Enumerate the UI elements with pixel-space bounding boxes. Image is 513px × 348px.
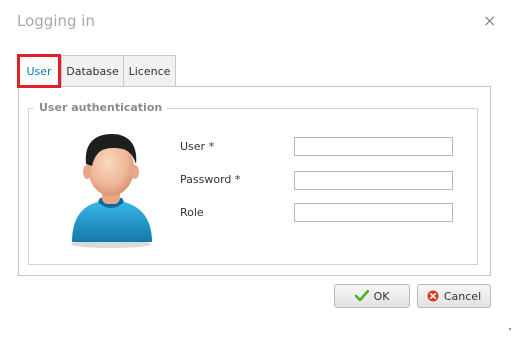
user-label: User * bbox=[180, 140, 215, 153]
password-input[interactable] bbox=[294, 171, 453, 190]
cancel-button-label: Cancel bbox=[443, 289, 482, 303]
login-dialog: Logging in × Database Licence User User … bbox=[0, 0, 513, 348]
tab-user-label: User bbox=[26, 64, 52, 78]
dialog-title: Logging in bbox=[17, 12, 95, 30]
tab-database-label: Database bbox=[66, 64, 119, 78]
auth-legend: User authentication bbox=[34, 101, 168, 114]
user-input[interactable] bbox=[294, 137, 453, 156]
role-input[interactable] bbox=[294, 203, 453, 222]
close-icon[interactable]: × bbox=[483, 11, 496, 30]
tab-licence-label: Licence bbox=[128, 64, 171, 78]
ok-button[interactable]: OK bbox=[334, 284, 410, 308]
cancel-x-icon bbox=[427, 290, 439, 302]
password-label: Password * bbox=[180, 173, 241, 186]
resize-grip[interactable] bbox=[509, 328, 511, 330]
cancel-button[interactable]: Cancel bbox=[417, 284, 491, 308]
role-label: Role bbox=[180, 206, 204, 219]
tab-licence[interactable]: Licence bbox=[123, 55, 176, 86]
tab-database[interactable]: Database bbox=[61, 55, 124, 86]
ok-button-label: OK bbox=[373, 289, 390, 303]
checkmark-icon bbox=[354, 290, 369, 302]
tab-user[interactable]: User bbox=[17, 54, 61, 88]
user-avatar-icon bbox=[71, 134, 152, 248]
